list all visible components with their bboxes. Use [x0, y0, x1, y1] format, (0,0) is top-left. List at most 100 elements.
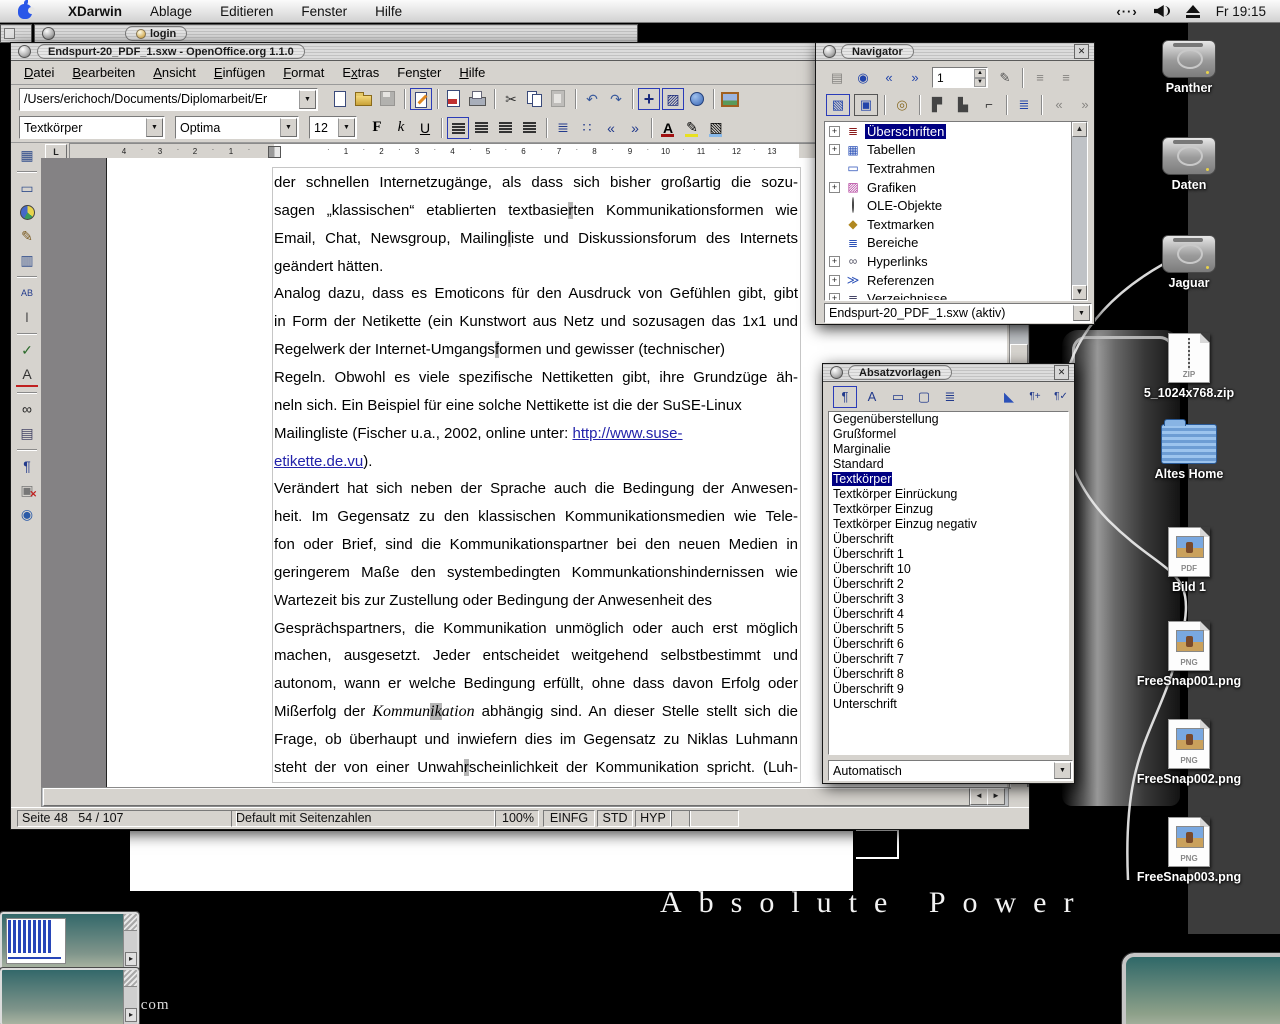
- stylist-icon[interactable]: ▨: [662, 88, 684, 110]
- scroll-right-icon[interactable]: ►: [987, 788, 1005, 805]
- form-functions-icon[interactable]: ▥: [16, 249, 38, 271]
- edit-file-icon[interactable]: [410, 88, 432, 110]
- autotext-icon[interactable]: AB: [16, 282, 38, 304]
- style-item[interactable]: Textkörper Einzug: [829, 502, 1068, 517]
- autospellcheck-icon[interactable]: A: [16, 363, 38, 387]
- style-item[interactable]: Überschrift 10: [829, 562, 1068, 577]
- style-item[interactable]: Überschrift 4: [829, 607, 1068, 622]
- close-button[interactable]: [42, 27, 55, 40]
- style-item[interactable]: Textkörper Einzug negativ: [829, 517, 1068, 532]
- desktop-icon-freesnap003-png[interactable]: PNGFreeSnap003.png: [1134, 817, 1244, 884]
- close-icon[interactable]: ✕: [1074, 44, 1089, 59]
- desktop-icon-5-1024x768-zip[interactable]: ZIP5_1024x768.zip: [1134, 333, 1244, 400]
- toggle-icon[interactable]: ▤: [826, 68, 848, 88]
- mini-window-2-scrollbar[interactable]: ▸: [123, 970, 137, 1024]
- spellcheck-icon[interactable]: ✓: [16, 339, 38, 361]
- find-replace-icon[interactable]: ∞: [16, 398, 38, 420]
- menu-ansicht[interactable]: Ansicht: [144, 63, 205, 82]
- desktop-icon-jaguar[interactable]: Jaguar: [1134, 235, 1244, 290]
- tree-item-textrahmen[interactable]: ▭Textrahmen: [825, 159, 1087, 178]
- window-button[interactable]: [830, 366, 843, 379]
- spin-down-icon[interactable]: ▼: [974, 78, 986, 87]
- window-button[interactable]: [823, 45, 836, 58]
- italic-button[interactable]: k: [390, 117, 412, 139]
- navigation-icon[interactable]: ◉: [852, 68, 874, 88]
- align-left-button[interactable]: [447, 117, 469, 139]
- tree-item-tabellen[interactable]: +▦Tabellen: [825, 141, 1087, 160]
- dropdown-arrow-icon[interactable]: ▼: [338, 118, 355, 137]
- demote-chapter-icon[interactable]: ≡: [1055, 68, 1077, 88]
- style-item[interactable]: Überschrift 7: [829, 652, 1068, 667]
- direct-cursor-icon[interactable]: I: [16, 306, 38, 328]
- promote-chapter-icon[interactable]: ≡: [1029, 68, 1051, 88]
- data-sources-icon[interactable]: ▤: [16, 422, 38, 444]
- reminder-icon[interactable]: ◎: [891, 95, 913, 115]
- new-document-icon[interactable]: [329, 88, 351, 110]
- graphics-onoff-icon[interactable]: ▣: [16, 479, 38, 501]
- insert-table-icon[interactable]: ▦: [16, 144, 38, 166]
- eject-icon[interactable]: [1186, 5, 1200, 18]
- styles-list[interactable]: GegenüberstellungGrußformelMarginalieSta…: [828, 411, 1069, 755]
- style-item[interactable]: Überschrift 6: [829, 637, 1068, 652]
- scroll-left-icon[interactable]: ◄: [970, 788, 988, 805]
- desktop-icon-freesnap002-png[interactable]: PNGFreeSnap002.png: [1134, 719, 1244, 786]
- desktop-icon-panther[interactable]: Panther: [1134, 40, 1244, 95]
- login-collapse-box[interactable]: [0, 24, 32, 43]
- online-layout-icon[interactable]: ◉: [16, 503, 38, 525]
- dropdown-arrow-icon[interactable]: ▼: [1054, 762, 1071, 779]
- next-icon[interactable]: »: [904, 68, 926, 88]
- update-style-icon[interactable]: ¶✓: [1050, 387, 1072, 407]
- menu-format[interactable]: Format: [274, 63, 333, 82]
- content-view-icon[interactable]: ▣: [854, 94, 878, 116]
- export-pdf-icon[interactable]: [443, 88, 465, 110]
- navigator-content-tree[interactable]: +≣Überschriften+▦Tabellen▭Textrahmen+▨Gr…: [824, 121, 1088, 301]
- expand-icon[interactable]: +: [829, 256, 840, 267]
- style-item[interactable]: Überschrift 2: [829, 577, 1068, 592]
- footer-icon[interactable]: ▙: [952, 95, 974, 115]
- dropdown-arrow-icon[interactable]: ▼: [280, 118, 297, 137]
- tree-item-ole-objekte[interactable]: OLE-Objekte: [825, 196, 1087, 215]
- spinner-buttons[interactable]: ▲▼: [974, 69, 986, 86]
- insert-frame-icon[interactable]: ▭: [16, 177, 38, 199]
- style-item[interactable]: Überschrift 3: [829, 592, 1068, 607]
- outline-level-icon[interactable]: ≣: [1013, 95, 1035, 115]
- dropdown-arrow-icon[interactable]: ▼: [1073, 305, 1090, 321]
- save-icon[interactable]: [377, 88, 399, 110]
- previous-icon[interactable]: «: [878, 68, 900, 88]
- style-item[interactable]: Textkörper: [829, 472, 1068, 487]
- mini-window-1-scrollbar[interactable]: ▸: [123, 914, 137, 968]
- style-filter-combobox[interactable]: Automatisch ▼: [828, 760, 1073, 781]
- mini-window-2[interactable]: ▸: [0, 968, 139, 1024]
- mac-menu-fenster[interactable]: Fenster: [287, 4, 361, 19]
- tree-scrollbar[interactable]: ▲ ▼: [1071, 122, 1087, 300]
- tree-item-überschriften[interactable]: +≣Überschriften: [825, 122, 1087, 141]
- status-hyperlink-mode[interactable]: HYP: [635, 810, 671, 827]
- apple-menu-icon[interactable]: [18, 4, 32, 19]
- status-zoom[interactable]: 100%: [495, 810, 539, 827]
- mac-menu-editieren[interactable]: Editieren: [206, 4, 287, 19]
- align-center-button[interactable]: [471, 117, 493, 139]
- navigator-titlebar[interactable]: Navigator ✕: [816, 43, 1094, 61]
- page-number-spinner[interactable]: 1▲▼: [932, 67, 988, 88]
- paste-icon[interactable]: [548, 88, 570, 110]
- style-item[interactable]: Textkörper Einrückung: [829, 487, 1068, 502]
- tree-item-referenzen[interactable]: +≫Referenzen: [825, 271, 1087, 290]
- document-text[interactable]: der schnellen Internetzugänge, als dass …: [274, 169, 798, 787]
- style-item[interactable]: Überschrift 9: [829, 682, 1068, 697]
- align-right-button[interactable]: [495, 117, 517, 139]
- hyperlink-icon[interactable]: [686, 88, 708, 110]
- desktop-icon-freesnap001-png[interactable]: PNGFreeSnap001.png: [1134, 621, 1244, 688]
- list-box-onoff-icon[interactable]: ▧: [826, 94, 850, 116]
- nonprinting-chars-icon[interactable]: ¶: [16, 455, 38, 477]
- desktop-icon-altes-home[interactable]: Altes Home: [1134, 424, 1244, 481]
- horizontal-scroll-thumb[interactable]: [43, 788, 970, 806]
- drag-mode-icon[interactable]: ✎: [994, 68, 1016, 88]
- navigator-icon[interactable]: +: [638, 88, 660, 110]
- tree-item-grafiken[interactable]: +▨Grafiken: [825, 178, 1087, 197]
- insert-object-icon[interactable]: [16, 201, 38, 223]
- fill-format-mode-icon[interactable]: ◣: [998, 387, 1020, 407]
- promote-level-icon[interactable]: «: [1048, 95, 1070, 115]
- header-icon[interactable]: ▛: [926, 95, 948, 115]
- background-color-button[interactable]: ▧: [705, 117, 727, 139]
- mac-menu-ablage[interactable]: Ablage: [136, 4, 206, 19]
